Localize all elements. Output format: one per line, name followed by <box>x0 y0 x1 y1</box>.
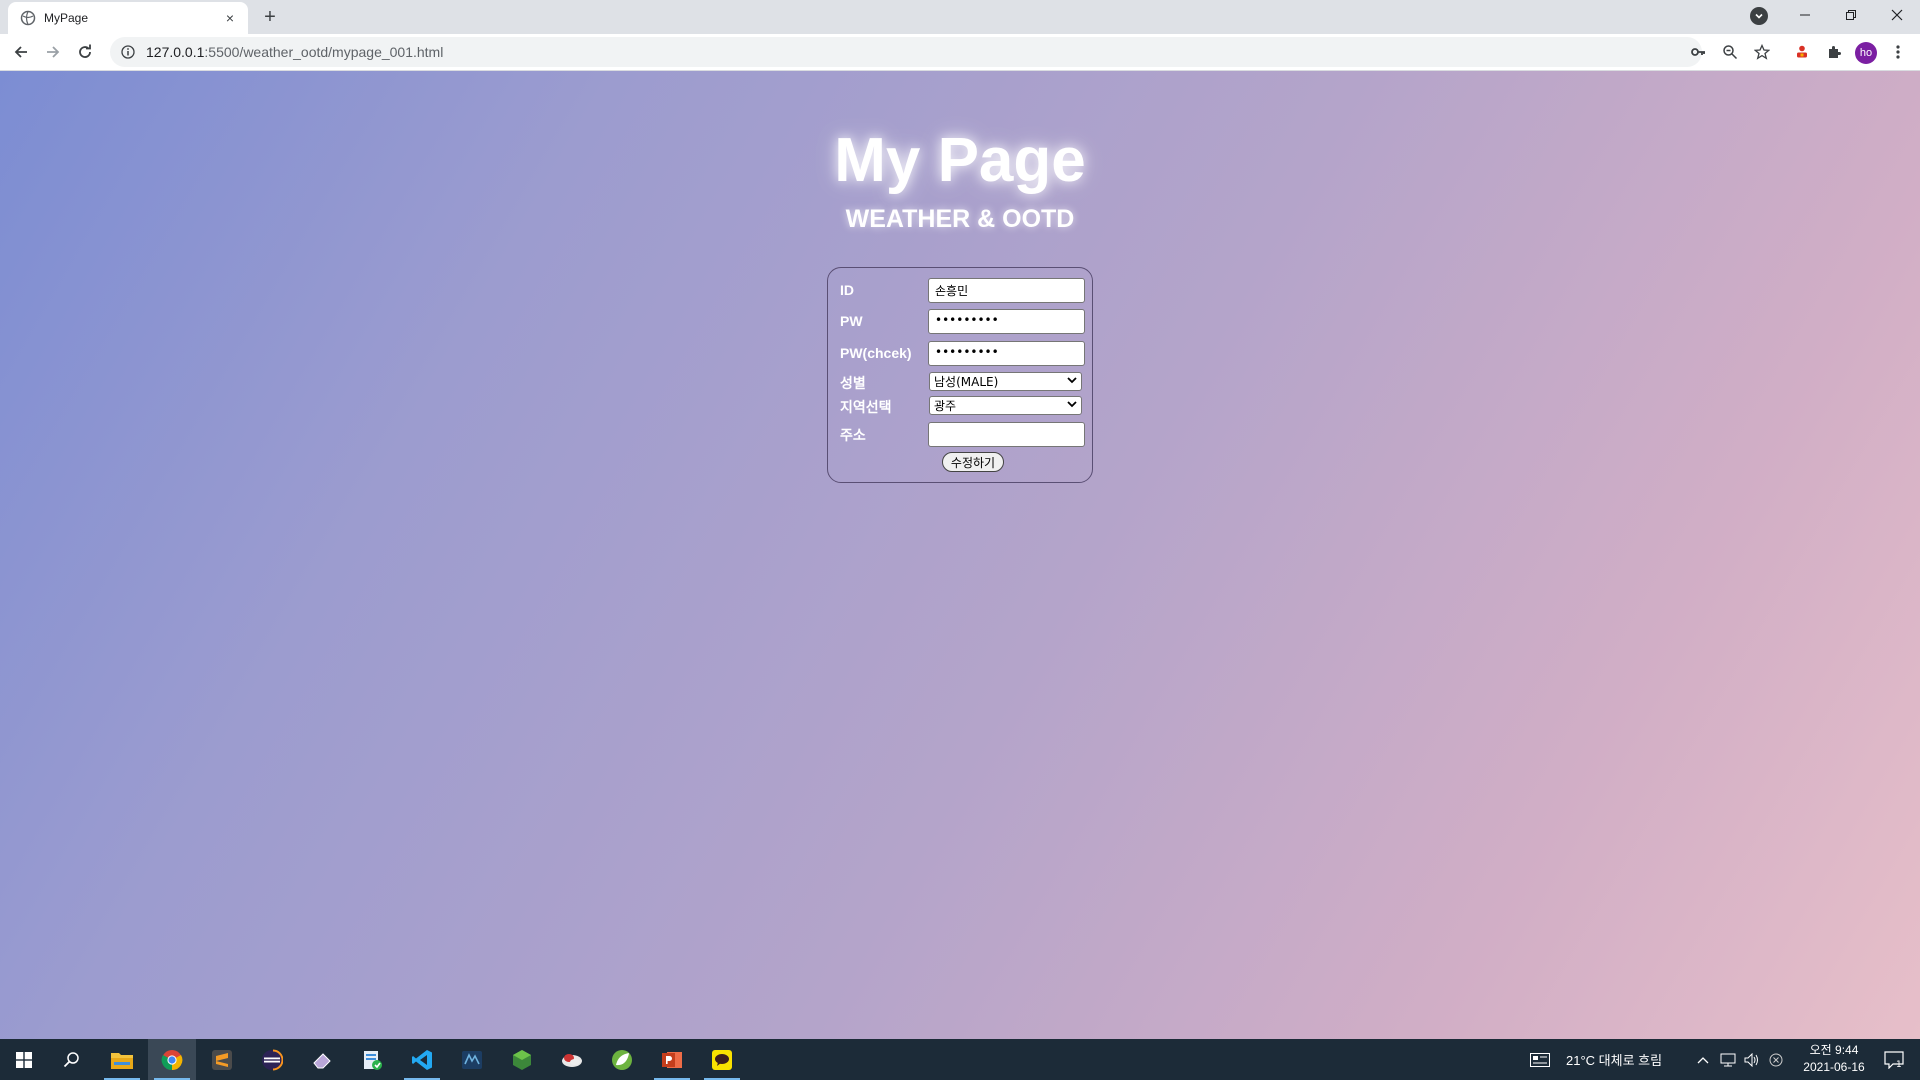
kakaotalk-icon[interactable] <box>698 1039 746 1080</box>
browser-tabbar: MyPage × + <box>0 0 1920 34</box>
url-host: 127.0.0.1 <box>146 44 205 60</box>
new-tab-button[interactable]: + <box>258 5 282 29</box>
powerpoint-icon[interactable] <box>648 1039 696 1080</box>
forward-icon[interactable] <box>39 38 67 66</box>
key-icon[interactable] <box>1685 39 1711 65</box>
url-text: 127.0.0.1:5500/weather_ootd/mypage_001.h… <box>146 44 443 60</box>
chevron-down-icon <box>1067 400 1077 411</box>
sublime-icon[interactable] <box>198 1039 246 1080</box>
close-window-icon[interactable] <box>1874 0 1920 30</box>
eclipse-icon[interactable] <box>248 1039 296 1080</box>
extension-person-icon[interactable] <box>1789 39 1815 65</box>
network-icon[interactable] <box>1716 1039 1740 1080</box>
taskbar: 21°C 대체로 흐림 오전 9:44 2021-06-16 1 <box>0 1039 1920 1080</box>
tab-search-icon[interactable] <box>1750 7 1768 25</box>
file-explorer-icon[interactable] <box>98 1039 146 1080</box>
profile-avatar[interactable]: ho <box>1855 42 1877 64</box>
globe-icon <box>20 10 36 26</box>
mysql-workbench-icon[interactable] <box>448 1039 496 1080</box>
gender-select-value: 남성(MALE) <box>934 375 999 389</box>
page-viewport: My Page WEATHER & OOTD ID 손흥민 PW •••••••… <box>0 71 1920 1039</box>
address-bar[interactable]: 127.0.0.1:5500/weather_ootd/mypage_001.h… <box>110 37 1702 67</box>
reload-icon[interactable] <box>71 38 99 66</box>
pw-label: PW <box>840 313 863 329</box>
start-icon[interactable] <box>0 1039 48 1080</box>
extensions-puzzle-icon[interactable] <box>1821 39 1847 65</box>
pw-input[interactable]: ••••••••• <box>928 309 1085 334</box>
zoom-icon[interactable] <box>1717 39 1743 65</box>
minimize-icon[interactable] <box>1782 0 1828 30</box>
back-icon[interactable] <box>7 38 35 66</box>
tab-title: MyPage <box>44 11 89 25</box>
page-title: My Page <box>834 126 1086 195</box>
chevron-up-icon[interactable] <box>1690 1039 1716 1080</box>
site-info-icon[interactable] <box>120 44 136 60</box>
vscode-icon[interactable] <box>398 1039 446 1080</box>
search-icon[interactable] <box>48 1039 96 1080</box>
id-label: ID <box>840 282 854 298</box>
installer-icon[interactable] <box>348 1039 396 1080</box>
clock-date: 2021-06-16 <box>1803 1060 1865 1074</box>
url-path: :5500/weather_ootd/mypage_001.html <box>204 44 444 60</box>
submit-edit-button[interactable]: 수정하기 <box>942 452 1004 472</box>
gender-select[interactable]: 남성(MALE) <box>929 372 1082 391</box>
error-circle-icon[interactable] <box>1764 1039 1788 1080</box>
bookmark-star-icon[interactable] <box>1749 39 1775 65</box>
node-icon[interactable] <box>498 1039 546 1080</box>
region-label: 지역선택 <box>840 399 892 415</box>
browser-toolbar: 127.0.0.1:5500/weather_ootd/mypage_001.h… <box>0 34 1920 71</box>
chevron-down-icon <box>1067 376 1077 387</box>
gender-label: 성별 <box>840 375 866 391</box>
weather-text[interactable]: 21°C 대체로 흐림 <box>1566 1039 1662 1080</box>
id-input[interactable]: 손흥민 <box>928 278 1085 303</box>
address-input[interactable] <box>928 422 1085 447</box>
region-select-value: 광주 <box>934 399 957 413</box>
notification-count: 1 <box>1896 1060 1902 1069</box>
page-subtitle: WEATHER & OOTD <box>845 205 1075 233</box>
tab-close-icon[interactable]: × <box>222 10 238 26</box>
volume-icon[interactable] <box>1740 1039 1764 1080</box>
pw-check-label: PW(chcek) <box>840 345 912 361</box>
weather-news-icon[interactable] <box>1525 1039 1555 1080</box>
cloud-icon[interactable] <box>548 1039 596 1080</box>
pw-check-input[interactable]: ••••••••• <box>928 341 1085 366</box>
browser-tab[interactable]: MyPage × <box>8 2 248 34</box>
mypage-form: ID 손흥민 PW ••••••••• PW(chcek) ••••••••• … <box>827 267 1093 483</box>
restore-icon[interactable] <box>1828 0 1874 30</box>
chrome-icon[interactable] <box>148 1039 196 1080</box>
eraser-icon[interactable] <box>298 1039 346 1080</box>
menu-kebab-icon[interactable] <box>1885 39 1911 65</box>
notification-icon[interactable]: 1 <box>1872 1039 1916 1080</box>
address-label: 주소 <box>840 427 866 443</box>
clock-time: 오전 9:44 <box>1809 1043 1859 1057</box>
taskbar-clock[interactable]: 오전 9:44 2021-06-16 <box>1786 1042 1882 1076</box>
spring-icon[interactable] <box>598 1039 646 1080</box>
region-select[interactable]: 광주 <box>929 396 1082 415</box>
